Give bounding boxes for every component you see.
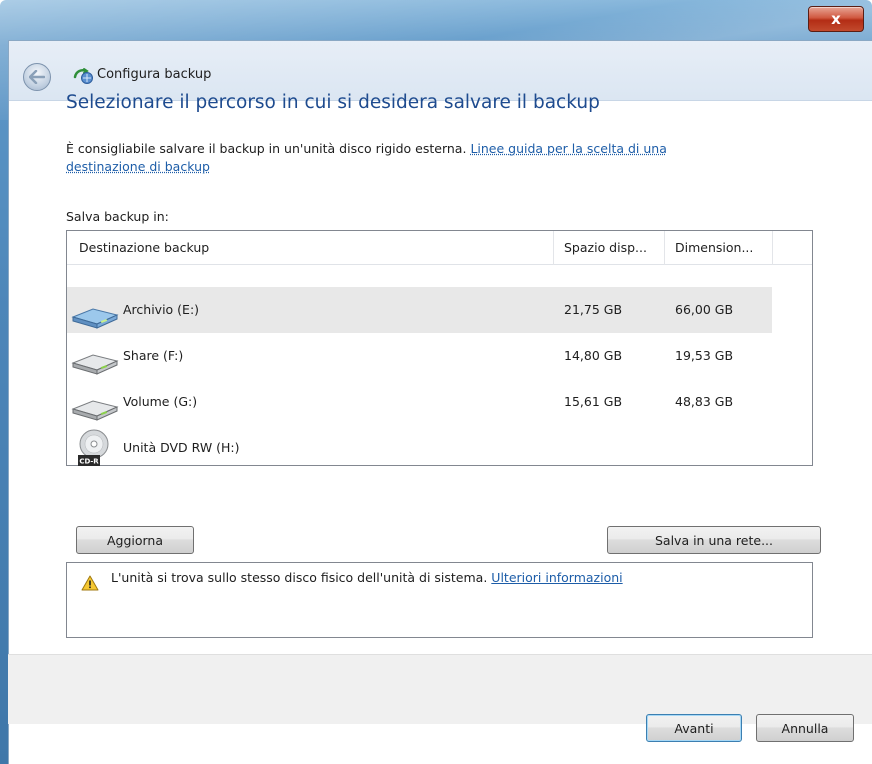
list-header: Destinazione backup Spazio disp... Dimen… <box>67 231 812 265</box>
drive-name: Unità DVD RW (H:) <box>123 440 240 455</box>
hard-drive-icon <box>71 308 119 329</box>
close-icon: x <box>831 10 841 28</box>
dvd-drive-icon: CD-R <box>78 429 109 466</box>
hard-drive-icon <box>71 354 119 375</box>
cancel-button[interactable]: Annulla <box>756 714 854 742</box>
next-button[interactable]: Avanti <box>646 714 742 742</box>
list-item-dvd[interactable]: CD-R Unità DVD RW (H:) <box>67 425 772 471</box>
description-text: È consigliabile salvare il backup in un'… <box>66 140 766 176</box>
backup-app-icon <box>73 68 93 84</box>
back-arrow-icon <box>29 70 45 84</box>
total-size: 48,83 GB <box>675 394 734 409</box>
list-item-share[interactable]: Share (F:) 14,80 GB 19,53 GB <box>67 333 772 379</box>
info-message: L'unità si trova sullo stesso disco fisi… <box>111 570 623 585</box>
description-label: È consigliabile salvare il backup in un'… <box>66 141 467 156</box>
cd-r-label: CD-R <box>79 458 99 466</box>
column-header-destination[interactable]: Destinazione backup <box>67 231 553 265</box>
column-header-size[interactable]: Dimension... <box>665 231 772 265</box>
warning-icon <box>81 575 99 591</box>
dialog-footer <box>8 654 872 724</box>
hard-drive-icon <box>71 400 119 421</box>
info-panel: L'unità si trova sullo stesso disco fisi… <box>66 562 813 638</box>
drive-name: Volume (G:) <box>123 394 198 409</box>
more-info-link[interactable]: Ulteriori informazioni <box>491 570 622 585</box>
column-header-free-space[interactable]: Spazio disp... <box>554 231 664 265</box>
list-item-volume[interactable]: Volume (G:) 15,61 GB 48,83 GB <box>67 379 772 425</box>
window-title: Configura backup <box>97 67 212 82</box>
list-item-archivio[interactable]: Archivio (E:) 21,75 GB 66,00 GB <box>67 287 772 333</box>
free-space: 21,75 GB <box>564 302 623 317</box>
drive-name: Share (F:) <box>123 348 184 363</box>
page-title: Selezionare il percorso in cui si deside… <box>66 92 600 113</box>
total-size: 19,53 GB <box>675 348 734 363</box>
close-button[interactable]: x <box>808 6 864 32</box>
back-button[interactable] <box>23 63 51 91</box>
backup-guidelines-link-cont[interactable]: destinazione di backup <box>66 159 210 174</box>
total-size: 66,00 GB <box>675 302 734 317</box>
free-space: 15,61 GB <box>564 394 623 409</box>
info-message-text: L'unità si trova sullo stesso disco fisi… <box>111 570 488 585</box>
save-on-network-button[interactable]: Salva in una rete... <box>607 526 821 554</box>
destination-list[interactable]: Destinazione backup Spazio disp... Dimen… <box>66 230 813 466</box>
save-in-label: Salva backup in: <box>66 209 169 224</box>
drive-name: Archivio (E:) <box>123 302 200 317</box>
backup-guidelines-link[interactable]: Linee guida per la scelta di una <box>470 141 666 156</box>
free-space: 14,80 GB <box>564 348 623 363</box>
column-separator[interactable] <box>772 231 773 265</box>
refresh-button[interactable]: Aggiorna <box>76 526 194 554</box>
